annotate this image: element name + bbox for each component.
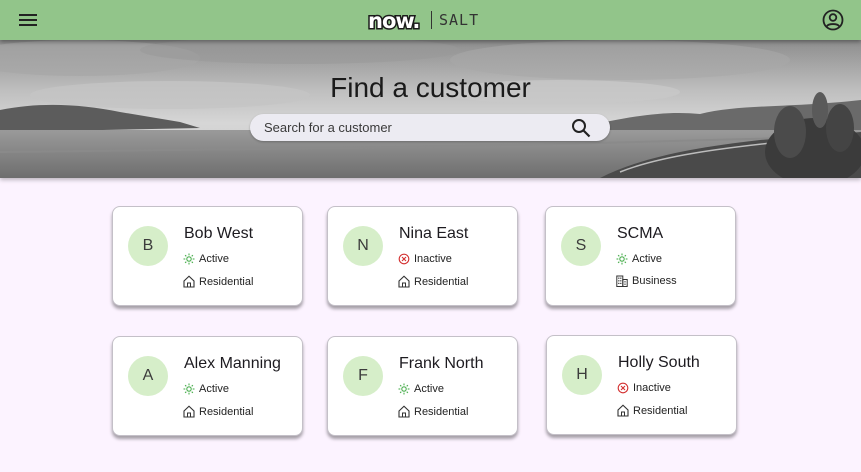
home-icon bbox=[183, 405, 195, 418]
avatar: N bbox=[343, 226, 383, 266]
home-icon bbox=[398, 275, 410, 288]
customer-name: Bob West bbox=[184, 225, 254, 242]
status-label: Active bbox=[199, 383, 229, 395]
top-app-bar: now. SALT bbox=[0, 0, 861, 40]
brand-divider bbox=[431, 11, 432, 29]
account-button[interactable] bbox=[821, 8, 845, 32]
business-building-icon bbox=[616, 275, 628, 287]
menu-button[interactable] bbox=[14, 8, 42, 32]
status-row: Inactive bbox=[617, 382, 671, 394]
inactive-cancel-icon bbox=[398, 253, 410, 265]
customer-card[interactable]: H Holly South Inactive Residential bbox=[546, 335, 737, 435]
search-bar bbox=[250, 114, 610, 141]
brand: now. SALT bbox=[367, 7, 480, 34]
customer-card[interactable]: F Frank North Active Residential bbox=[327, 336, 518, 436]
type-row: Residential bbox=[398, 405, 468, 418]
home-icon bbox=[617, 404, 629, 417]
customer-name: SCMA bbox=[617, 225, 664, 242]
customer-type-label: Residential bbox=[414, 405, 469, 418]
search-input[interactable] bbox=[250, 114, 566, 141]
status-label: Active bbox=[414, 383, 444, 395]
customer-name: Frank North bbox=[399, 355, 484, 372]
customer-type-label: Residential bbox=[199, 405, 254, 418]
customer-card[interactable]: S SCMA Active Business bbox=[545, 206, 736, 306]
active-sun-icon bbox=[616, 253, 628, 265]
customer-name: Alex Manning bbox=[184, 355, 281, 372]
hamburger-menu-icon bbox=[19, 14, 37, 26]
search-button[interactable] bbox=[566, 114, 596, 141]
customer-name: Nina East bbox=[399, 225, 469, 242]
avatar: B bbox=[128, 226, 168, 266]
customer-card[interactable]: B Bob West Active Residential bbox=[112, 206, 303, 306]
customer-card[interactable]: A Alex Manning Active Residential bbox=[112, 336, 303, 436]
status-label: Inactive bbox=[633, 382, 671, 394]
avatar: A bbox=[128, 356, 168, 396]
now-logo: now. bbox=[367, 8, 422, 34]
customer-name: Holly South bbox=[618, 354, 700, 371]
type-row: Residential bbox=[183, 275, 253, 288]
active-sun-icon bbox=[183, 253, 195, 265]
svg-text:now.: now. bbox=[368, 9, 419, 33]
active-sun-icon bbox=[183, 383, 195, 395]
status-row: Active bbox=[183, 383, 229, 395]
status-row: Active bbox=[183, 253, 229, 265]
avatar: F bbox=[343, 356, 383, 396]
product-name: SALT bbox=[439, 11, 480, 29]
status-label: Active bbox=[632, 253, 662, 265]
customer-type-label: Residential bbox=[633, 404, 688, 417]
type-row: Business bbox=[616, 275, 677, 287]
status-row: Active bbox=[398, 383, 444, 395]
coastline-background-image bbox=[0, 40, 861, 178]
customer-type-label: Business bbox=[632, 275, 677, 287]
page-title: Find a customer bbox=[330, 72, 531, 103]
customer-type-label: Residential bbox=[199, 275, 254, 288]
avatar: S bbox=[561, 226, 601, 266]
inactive-cancel-icon bbox=[617, 382, 629, 394]
home-icon bbox=[398, 405, 410, 418]
search-icon bbox=[572, 118, 591, 137]
status-row: Active bbox=[616, 253, 662, 265]
avatar: H bbox=[562, 355, 602, 395]
customer-type-label: Residential bbox=[414, 275, 469, 288]
hero-banner: Find a customer bbox=[0, 40, 861, 178]
type-row: Residential bbox=[183, 405, 253, 418]
type-row: Residential bbox=[617, 404, 687, 417]
active-sun-icon bbox=[398, 383, 410, 395]
status-row: Inactive bbox=[398, 253, 452, 265]
home-icon bbox=[183, 275, 195, 288]
account-circle-icon bbox=[822, 9, 844, 31]
status-label: Inactive bbox=[414, 253, 452, 265]
status-label: Active bbox=[199, 253, 229, 265]
type-row: Residential bbox=[398, 275, 468, 288]
customer-card[interactable]: N Nina East Inactive Residential bbox=[327, 206, 518, 306]
